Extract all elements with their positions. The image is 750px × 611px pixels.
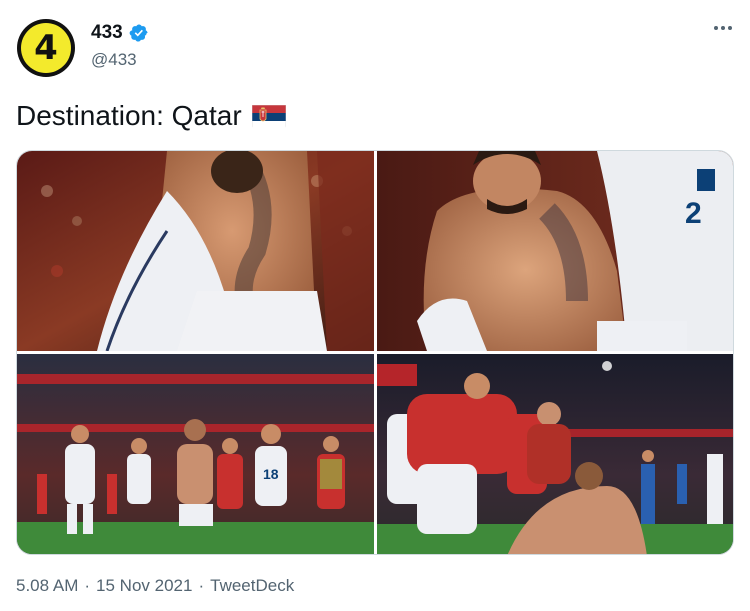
verified-badge-icon (129, 23, 149, 43)
meta-separator: · (84, 576, 91, 595)
tweet-meta: 5.08 AM · 15 Nov 2021 · TweetDeck (16, 576, 294, 596)
jersey-number-2: 2 (685, 197, 702, 230)
avatar-logo: 4 (21, 23, 71, 73)
tweet-date[interactable]: 15 Nov 2021 (96, 576, 192, 596)
avatar[interactable]: 4 (17, 19, 75, 77)
serbia-flag-icon (251, 104, 286, 128)
tweet-source[interactable]: TweetDeck (210, 576, 294, 596)
display-name[interactable]: 433 (91, 22, 123, 44)
tweet-text: Destination: Qatar (16, 100, 286, 132)
more-options-icon[interactable] (714, 26, 732, 30)
photo-team-pileup-celebration[interactable] (377, 354, 733, 554)
tweet-time[interactable]: 5.08 AM (16, 576, 78, 596)
meta-separator: · (198, 576, 205, 595)
jersey-number-18: 18 (263, 466, 279, 482)
photo-team-celebration-run[interactable]: 18 (17, 354, 374, 554)
tweet-card: 4 433 @433 Destination: Qatar 2 18 5.08 … (0, 0, 750, 611)
media-grid: 2 18 (16, 150, 734, 555)
author-row: 433 (91, 22, 149, 44)
photo-player-closeup-teammate[interactable]: 2 (377, 151, 733, 351)
tweet-body: Destination: Qatar (16, 100, 242, 131)
photo-player-removing-shirt[interactable] (17, 151, 374, 351)
handle[interactable]: @433 (91, 50, 137, 70)
